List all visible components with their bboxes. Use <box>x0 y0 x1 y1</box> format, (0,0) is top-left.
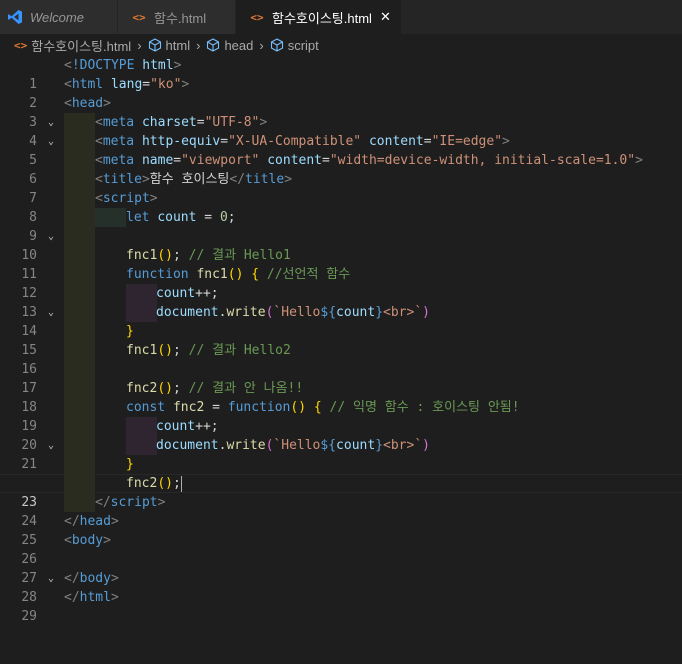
code-line[interactable]: 10 <box>0 227 682 263</box>
code-line[interactable]: 27 <box>0 550 682 586</box>
tab-label: Welcome <box>30 9 84 25</box>
tab-bar: Welcome <> 함수.html <> 함수호이스팅.html ✕ <box>0 0 682 34</box>
html-icon: <> <box>14 38 28 52</box>
code-line[interactable]: 26 ⌄ <body> <box>0 531 682 584</box>
tab-hamsu-html[interactable]: <> 함수.html <box>118 0 236 34</box>
chevron-right-icon: › <box>259 37 264 53</box>
code-line[interactable]: 11 fnc1(); // 결과 Hello1 <box>0 246 682 282</box>
cube-icon <box>206 38 220 52</box>
breadcrumb: <> 함수호이스팅.html › html › head › script <box>0 34 682 56</box>
line-number: 29 <box>21 609 37 624</box>
text-cursor <box>180 475 182 492</box>
code-line[interactable]: 20 count++; <box>0 417 682 453</box>
code-line[interactable]: 7 <title>함수 호이스팅</title> <box>0 170 682 206</box>
breadcrumb-file[interactable]: <> 함수호이스팅.html <box>14 36 131 55</box>
code-line[interactable]: 4 <meta charset="UTF-8"> <box>0 113 682 149</box>
cube-icon <box>270 38 284 52</box>
tab-welcome[interactable]: Welcome <box>0 0 118 34</box>
code-line[interactable]: 9 let count = 0; <box>0 208 682 244</box>
code-line[interactable]: 1 <!DOCTYPE html> <box>0 56 682 92</box>
tab-label: 함수.html <box>154 10 207 26</box>
code-line[interactable]: 2 ⌄ <html lang="ko"> <box>0 75 682 128</box>
tab-label: 함수호이스팅.html <box>272 10 372 26</box>
code-line[interactable]: 19 ⌄ const fnc2 = function() { // 익명 함수 … <box>0 398 682 451</box>
code-line-current[interactable]: 23 fnc2(); <box>0 474 682 510</box>
chevron-right-icon: › <box>137 37 142 53</box>
cube-icon <box>148 38 162 52</box>
chevron-right-icon: › <box>196 37 201 53</box>
breadcrumb-html[interactable]: html <box>148 38 190 53</box>
code-line[interactable]: 8 ⌄ <script> <box>0 189 682 242</box>
code-line[interactable]: 25 </head> <box>0 512 682 548</box>
code-line[interactable]: 3 ⌄ <head> <box>0 94 682 147</box>
code-line[interactable]: 28 </body> <box>0 569 682 605</box>
vscode-icon <box>6 8 24 26</box>
code-line[interactable]: 29 </html> <box>0 588 682 624</box>
code-line[interactable]: 24 </script> <box>0 493 682 529</box>
code-line[interactable]: 6 <meta name="viewport" content="width=d… <box>0 151 682 187</box>
code-line[interactable]: 15 } <box>0 322 682 358</box>
code-line[interactable]: 22 } <box>0 455 682 491</box>
code-line[interactable]: 16 fnc1(); // 결과 Hello2 <box>0 341 682 377</box>
breadcrumb-script[interactable]: script <box>270 38 319 53</box>
code-line[interactable]: 12 ⌄ function fnc1() { //선언적 함수 <box>0 265 682 318</box>
code-line[interactable]: 17 <box>0 360 682 396</box>
breadcrumb-head[interactable]: head <box>206 38 253 53</box>
code-line[interactable]: 18 fnc2(); // 결과 안 나옴!! <box>0 379 682 415</box>
html-icon: <> <box>250 10 264 24</box>
code-editor[interactable]: 1 <!DOCTYPE html> 2 ⌄ <html lang="ko"> 3… <box>0 56 682 660</box>
tab-hamsu-hoisting-html[interactable]: <> 함수호이스팅.html ✕ <box>236 0 402 34</box>
html-icon: <> <box>132 10 146 24</box>
code-line[interactable]: 13 count++; <box>0 284 682 320</box>
code-line[interactable]: 5 <meta http-equiv="X-UA-Compatible" con… <box>0 132 682 168</box>
code-line[interactable]: 14 document.write(`Hello${count}<br>`) <box>0 303 682 339</box>
close-icon[interactable]: ✕ <box>380 9 391 25</box>
code-line[interactable]: 21 document.write(`Hello${count}<br>`) <box>0 436 682 472</box>
